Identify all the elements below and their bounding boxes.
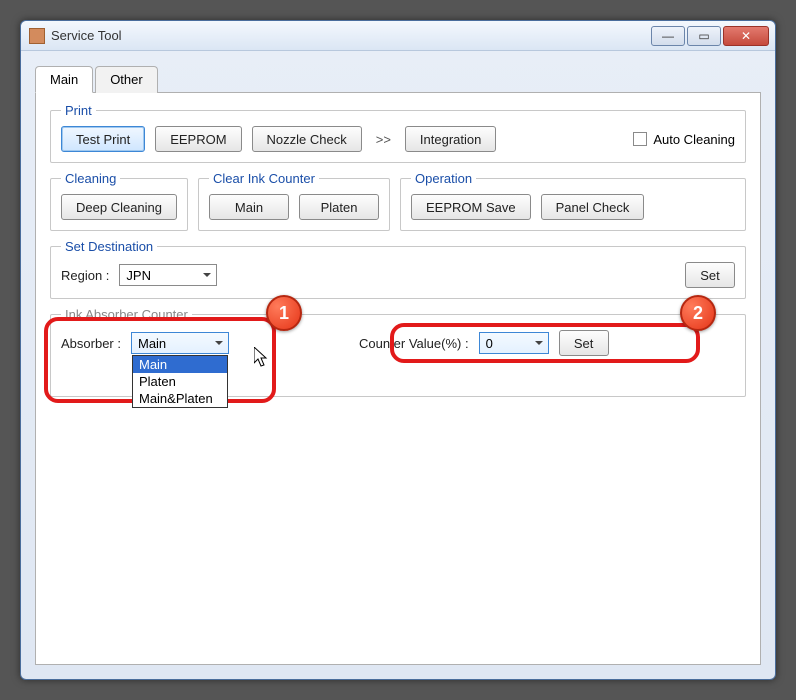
test-print-button[interactable]: Test Print — [61, 126, 145, 152]
auto-cleaning-label: Auto Cleaning — [653, 132, 735, 147]
absorber-value: Main — [138, 336, 166, 351]
ink-absorber-group: Ink Absorber Counter Absorber : Main Mai… — [50, 307, 746, 397]
absorber-label: Absorber : — [61, 336, 121, 351]
absorber-option-both[interactable]: Main&Platen — [133, 390, 227, 407]
cleaning-group: Cleaning Deep Cleaning — [50, 171, 188, 231]
tab-main[interactable]: Main — [35, 66, 93, 93]
nozzle-check-button[interactable]: Nozzle Check — [252, 126, 362, 152]
absorber-option-platen[interactable]: Platen — [133, 373, 227, 390]
highlight-bubble-1: 1 — [266, 295, 302, 331]
highlight-bubble-2: 2 — [680, 295, 716, 331]
app-window: Service Tool — ▭ ✕ Main Other Print Test… — [20, 20, 776, 680]
region-select[interactable]: JPN — [119, 264, 217, 286]
close-button[interactable]: ✕ — [723, 26, 769, 46]
set-destination-legend: Set Destination — [61, 239, 157, 254]
ink-absorber-legend: Ink Absorber Counter — [61, 307, 192, 322]
absorber-option-main[interactable]: Main — [133, 356, 227, 373]
clear-ink-platen-button[interactable]: Platen — [299, 194, 379, 220]
region-value: JPN — [126, 268, 151, 283]
integration-button[interactable]: Integration — [405, 126, 496, 152]
region-set-button[interactable]: Set — [685, 262, 735, 288]
print-legend: Print — [61, 103, 96, 118]
eeprom-save-button[interactable]: EEPROM Save — [411, 194, 531, 220]
region-label: Region : — [61, 268, 109, 283]
tab-other[interactable]: Other — [95, 66, 158, 93]
window-buttons: — ▭ ✕ — [651, 26, 769, 46]
minimize-button[interactable]: — — [651, 26, 685, 46]
absorber-select[interactable]: Main Main Platen Main&Platen — [131, 332, 229, 354]
separator-icon: >> — [372, 132, 395, 147]
panel-check-button[interactable]: Panel Check — [541, 194, 645, 220]
clear-ink-main-button[interactable]: Main — [209, 194, 289, 220]
window-title: Service Tool — [51, 28, 651, 43]
auto-cleaning-checkbox[interactable]: Auto Cleaning — [633, 132, 735, 147]
print-group: Print Test Print EEPROM Nozzle Check >> … — [50, 103, 746, 163]
clear-ink-legend: Clear Ink Counter — [209, 171, 319, 186]
absorber-dropdown: Main Platen Main&Platen — [132, 355, 228, 408]
counter-value-label: Counter Value(%) : — [359, 336, 469, 351]
operation-legend: Operation — [411, 171, 476, 186]
operation-group: Operation EEPROM Save Panel Check — [400, 171, 746, 231]
deep-cleaning-button[interactable]: Deep Cleaning — [61, 194, 177, 220]
checkbox-box-icon — [633, 132, 647, 146]
clear-ink-group: Clear Ink Counter Main Platen — [198, 171, 390, 231]
titlebar: Service Tool — ▭ ✕ — [21, 21, 775, 51]
counter-value: 0 — [486, 336, 493, 351]
cleaning-legend: Cleaning — [61, 171, 120, 186]
counter-value-select[interactable]: 0 — [479, 332, 549, 354]
absorber-set-button[interactable]: Set — [559, 330, 609, 356]
maximize-button[interactable]: ▭ — [687, 26, 721, 46]
app-icon — [29, 28, 45, 44]
set-destination-group: Set Destination Region : JPN Set — [50, 239, 746, 299]
tab-page-main: Print Test Print EEPROM Nozzle Check >> … — [35, 93, 761, 665]
client-area: Main Other Print Test Print EEPROM Nozzl… — [21, 51, 775, 679]
eeprom-button[interactable]: EEPROM — [155, 126, 241, 152]
tabstrip: Main Other — [35, 65, 761, 93]
